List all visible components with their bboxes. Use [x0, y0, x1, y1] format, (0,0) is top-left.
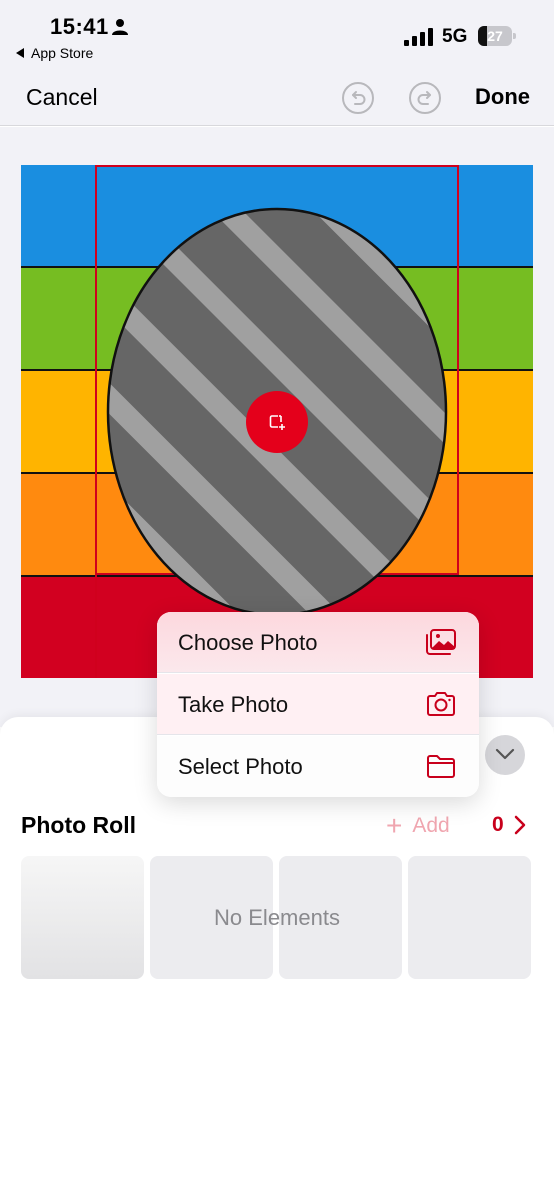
- add-image-icon: [269, 415, 285, 430]
- back-to-app-link[interactable]: App Store: [16, 45, 93, 61]
- empty-state-text: No Elements: [214, 905, 340, 930]
- crop-guide-line: [95, 575, 97, 678]
- photo-source-menu: Choose Photo Take Photo Select Photo: [157, 612, 479, 797]
- done-button[interactable]: Done: [475, 84, 530, 110]
- status-time: 15:41: [50, 14, 109, 39]
- person-icon: [112, 19, 128, 35]
- menu-item-take-photo[interactable]: Take Photo: [157, 674, 479, 735]
- menu-item-label: Choose Photo: [178, 630, 318, 655]
- undo-icon: [352, 91, 366, 105]
- collapse-sheet-button[interactable]: [485, 735, 525, 775]
- redo-button[interactable]: [409, 82, 441, 114]
- status-bar: 15:41 App Store 5G 27: [0, 0, 554, 72]
- plus-icon: +: [386, 810, 403, 841]
- camera-icon: [427, 692, 455, 716]
- add-photo-button[interactable]: [246, 391, 308, 453]
- photo-roll-title: Photo Roll: [21, 812, 136, 838]
- menu-item-label: Select Photo: [178, 754, 303, 779]
- redo-icon: [417, 91, 431, 105]
- add-photo-roll-button[interactable]: + Add: [386, 810, 450, 841]
- photo-library-icon: [426, 629, 456, 655]
- add-label: Add: [412, 814, 450, 837]
- battery-icon: 27: [478, 26, 516, 46]
- undo-button[interactable]: [342, 82, 374, 114]
- chevron-down-icon: [495, 748, 515, 760]
- back-app-label: App Store: [31, 45, 94, 61]
- cancel-button[interactable]: Cancel: [26, 84, 98, 111]
- photo-roll-count-link[interactable]: 0: [492, 813, 526, 837]
- cellular-signal-icon: [404, 28, 433, 46]
- editor-nav-bar: Cancel Done: [0, 72, 554, 126]
- folder-icon: [427, 755, 455, 778]
- network-type: 5G: [442, 26, 468, 47]
- menu-item-label: Take Photo: [178, 692, 289, 717]
- battery-level: 27: [487, 28, 503, 44]
- chevron-right-icon: [514, 815, 525, 835]
- back-triangle-icon: [16, 48, 24, 58]
- menu-item-select-photo[interactable]: Select Photo: [157, 736, 479, 797]
- menu-item-choose-photo[interactable]: Choose Photo: [157, 612, 479, 673]
- photo-roll-count: 0: [492, 813, 504, 836]
